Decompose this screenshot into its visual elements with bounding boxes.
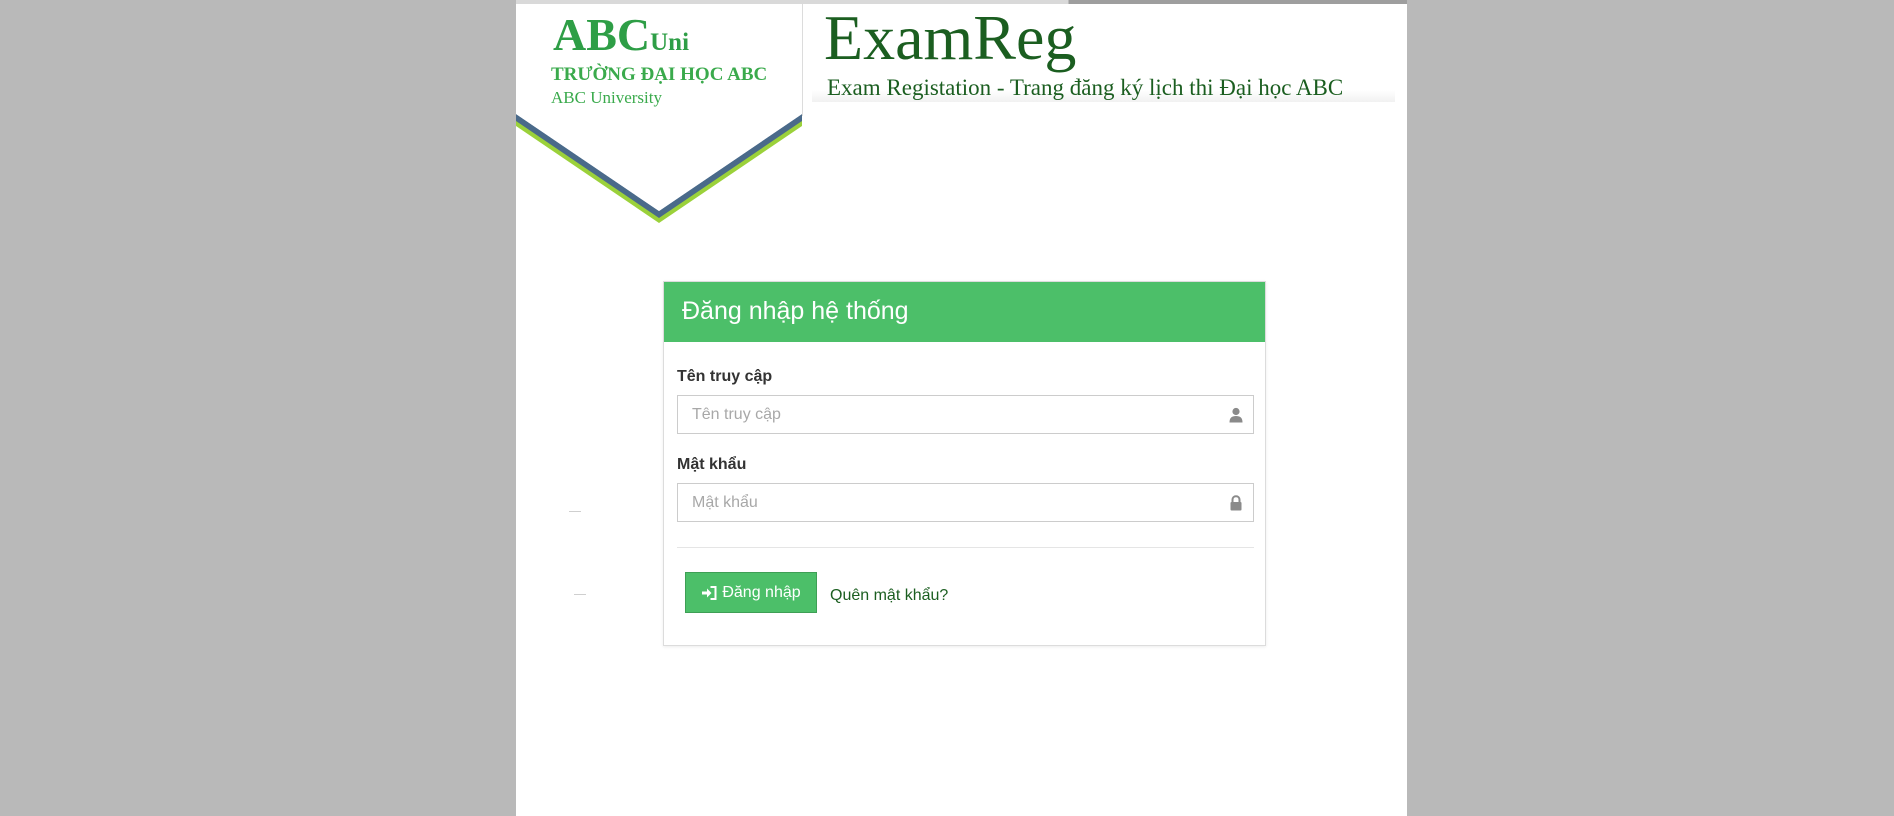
sign-in-icon-arrow xyxy=(702,588,712,597)
password-input[interactable] xyxy=(678,484,1198,521)
login-panel: Đăng nhập hệ thống Tên truy cập Mật khẩu… xyxy=(663,281,1266,646)
sign-in-icon xyxy=(702,585,717,600)
login-button[interactable]: Đăng nhập xyxy=(685,572,817,613)
password-field[interactable] xyxy=(677,483,1254,522)
logo-brand: ABCUni xyxy=(553,12,689,58)
login-panel-title: Đăng nhập hệ thống xyxy=(682,297,909,325)
user-icon xyxy=(1229,407,1243,423)
lock-icon-body xyxy=(1230,502,1242,511)
user-icon-head xyxy=(1232,407,1240,416)
lock-icon xyxy=(1230,495,1242,511)
username-input[interactable] xyxy=(678,396,1198,433)
forgot-password-link[interactable]: Quên mật khẩu? xyxy=(830,587,948,605)
logo-english-name: ABC University xyxy=(551,88,662,107)
user-icon-body xyxy=(1229,416,1243,423)
logo-school-name: TRƯỜNG ĐẠI HỌC ABC xyxy=(551,64,768,85)
stray-mark xyxy=(574,594,586,595)
logo-brand-suffix: Uni xyxy=(650,29,690,56)
login-button-label: Đăng nhập xyxy=(722,583,801,601)
logo-brand-main: ABC xyxy=(553,9,651,60)
username-label: Tên truy cập xyxy=(677,368,773,385)
login-panel-header: Đăng nhập hệ thống xyxy=(664,282,1265,342)
password-label: Mật khẩu xyxy=(677,456,747,473)
app-title: ExamReg xyxy=(824,2,1077,73)
lock-icon-shackle xyxy=(1231,495,1241,502)
panel-separator xyxy=(677,547,1254,548)
header-divider xyxy=(802,4,803,116)
username-field[interactable] xyxy=(677,395,1254,434)
app-subtitle: Exam Registation - Trang đăng ký lịch th… xyxy=(827,75,1344,100)
university-logo[interactable]: ABCUni TRƯỜNG ĐẠI HỌC ABC ABC University xyxy=(516,4,802,229)
stray-mark xyxy=(569,511,581,512)
